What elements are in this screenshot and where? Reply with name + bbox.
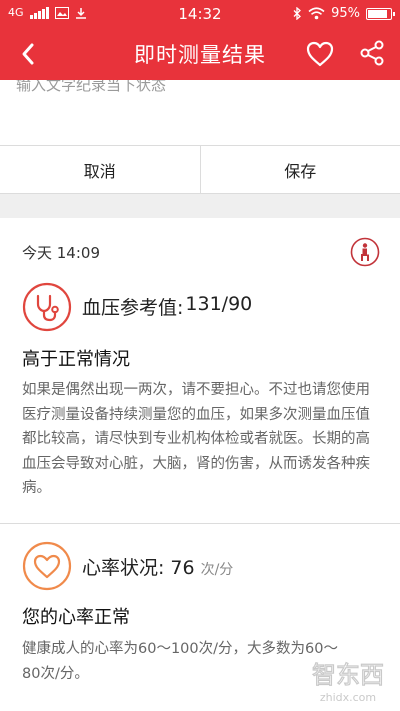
- status-right: 95%: [293, 6, 395, 21]
- svg-text:zhidx.com: zhidx.com: [320, 691, 376, 704]
- heart-rate-unit: 次/分: [200, 562, 234, 578]
- cancel-button[interactable]: 取消: [0, 146, 200, 193]
- heart-rate-line: 心率状况: 76 次/分: [82, 553, 233, 580]
- blood-pressure-line: 血压参考值: 131/90: [82, 293, 252, 320]
- blood-pressure-label: 血压参考值:: [82, 297, 184, 319]
- svg-text:智东西: 智东西: [312, 661, 384, 689]
- battery-percent: 95%: [331, 6, 360, 21]
- action-row: 取消 保存: [0, 145, 400, 194]
- title-bar: 即时测量结果: [0, 27, 400, 80]
- battery-icon: [366, 7, 395, 20]
- blood-pressure-status: 高于正常情况: [22, 349, 130, 370]
- zhidx-watermark-logo: 智东西 zhidx.com: [311, 660, 384, 704]
- status-bar: 4G 14:32 95%: [0, 0, 400, 27]
- wifi-icon: [308, 7, 325, 20]
- save-button[interactable]: 保存: [199, 146, 400, 193]
- section-divider: [0, 523, 400, 524]
- heart-rate-advice: 健康成人的心率为60～100次/分，大多数为60～80次/分。: [22, 641, 338, 682]
- blood-pressure-advice: 如果是偶然出现一两次，请不要担心。不过也请您使用医疗测量设备持续测量您的血压，如…: [22, 382, 370, 496]
- bluetooth-icon: [293, 7, 302, 20]
- section-gap: [0, 194, 400, 218]
- heart-rate-status: 您的心率正常: [22, 607, 130, 628]
- note-input-placeholder[interactable]: 输入文字纪录当下状态: [16, 80, 166, 95]
- heart-rate-value: 76: [170, 557, 195, 579]
- measurement-time: 今天 14:09: [22, 244, 100, 262]
- blood-pressure-value: 131/90: [185, 293, 253, 315]
- heart-rate-icon: [22, 541, 72, 591]
- share-icon[interactable]: [357, 38, 387, 68]
- sitting-posture-icon[interactable]: [350, 237, 380, 267]
- note-input-area[interactable]: 输入文字纪录当下状态: [0, 80, 400, 145]
- stethoscope-icon: [22, 282, 72, 332]
- page-title: 即时测量结果: [134, 43, 266, 67]
- heart-rate-label: 心率状况:: [82, 557, 165, 579]
- favorite-heart-icon[interactable]: [305, 39, 335, 69]
